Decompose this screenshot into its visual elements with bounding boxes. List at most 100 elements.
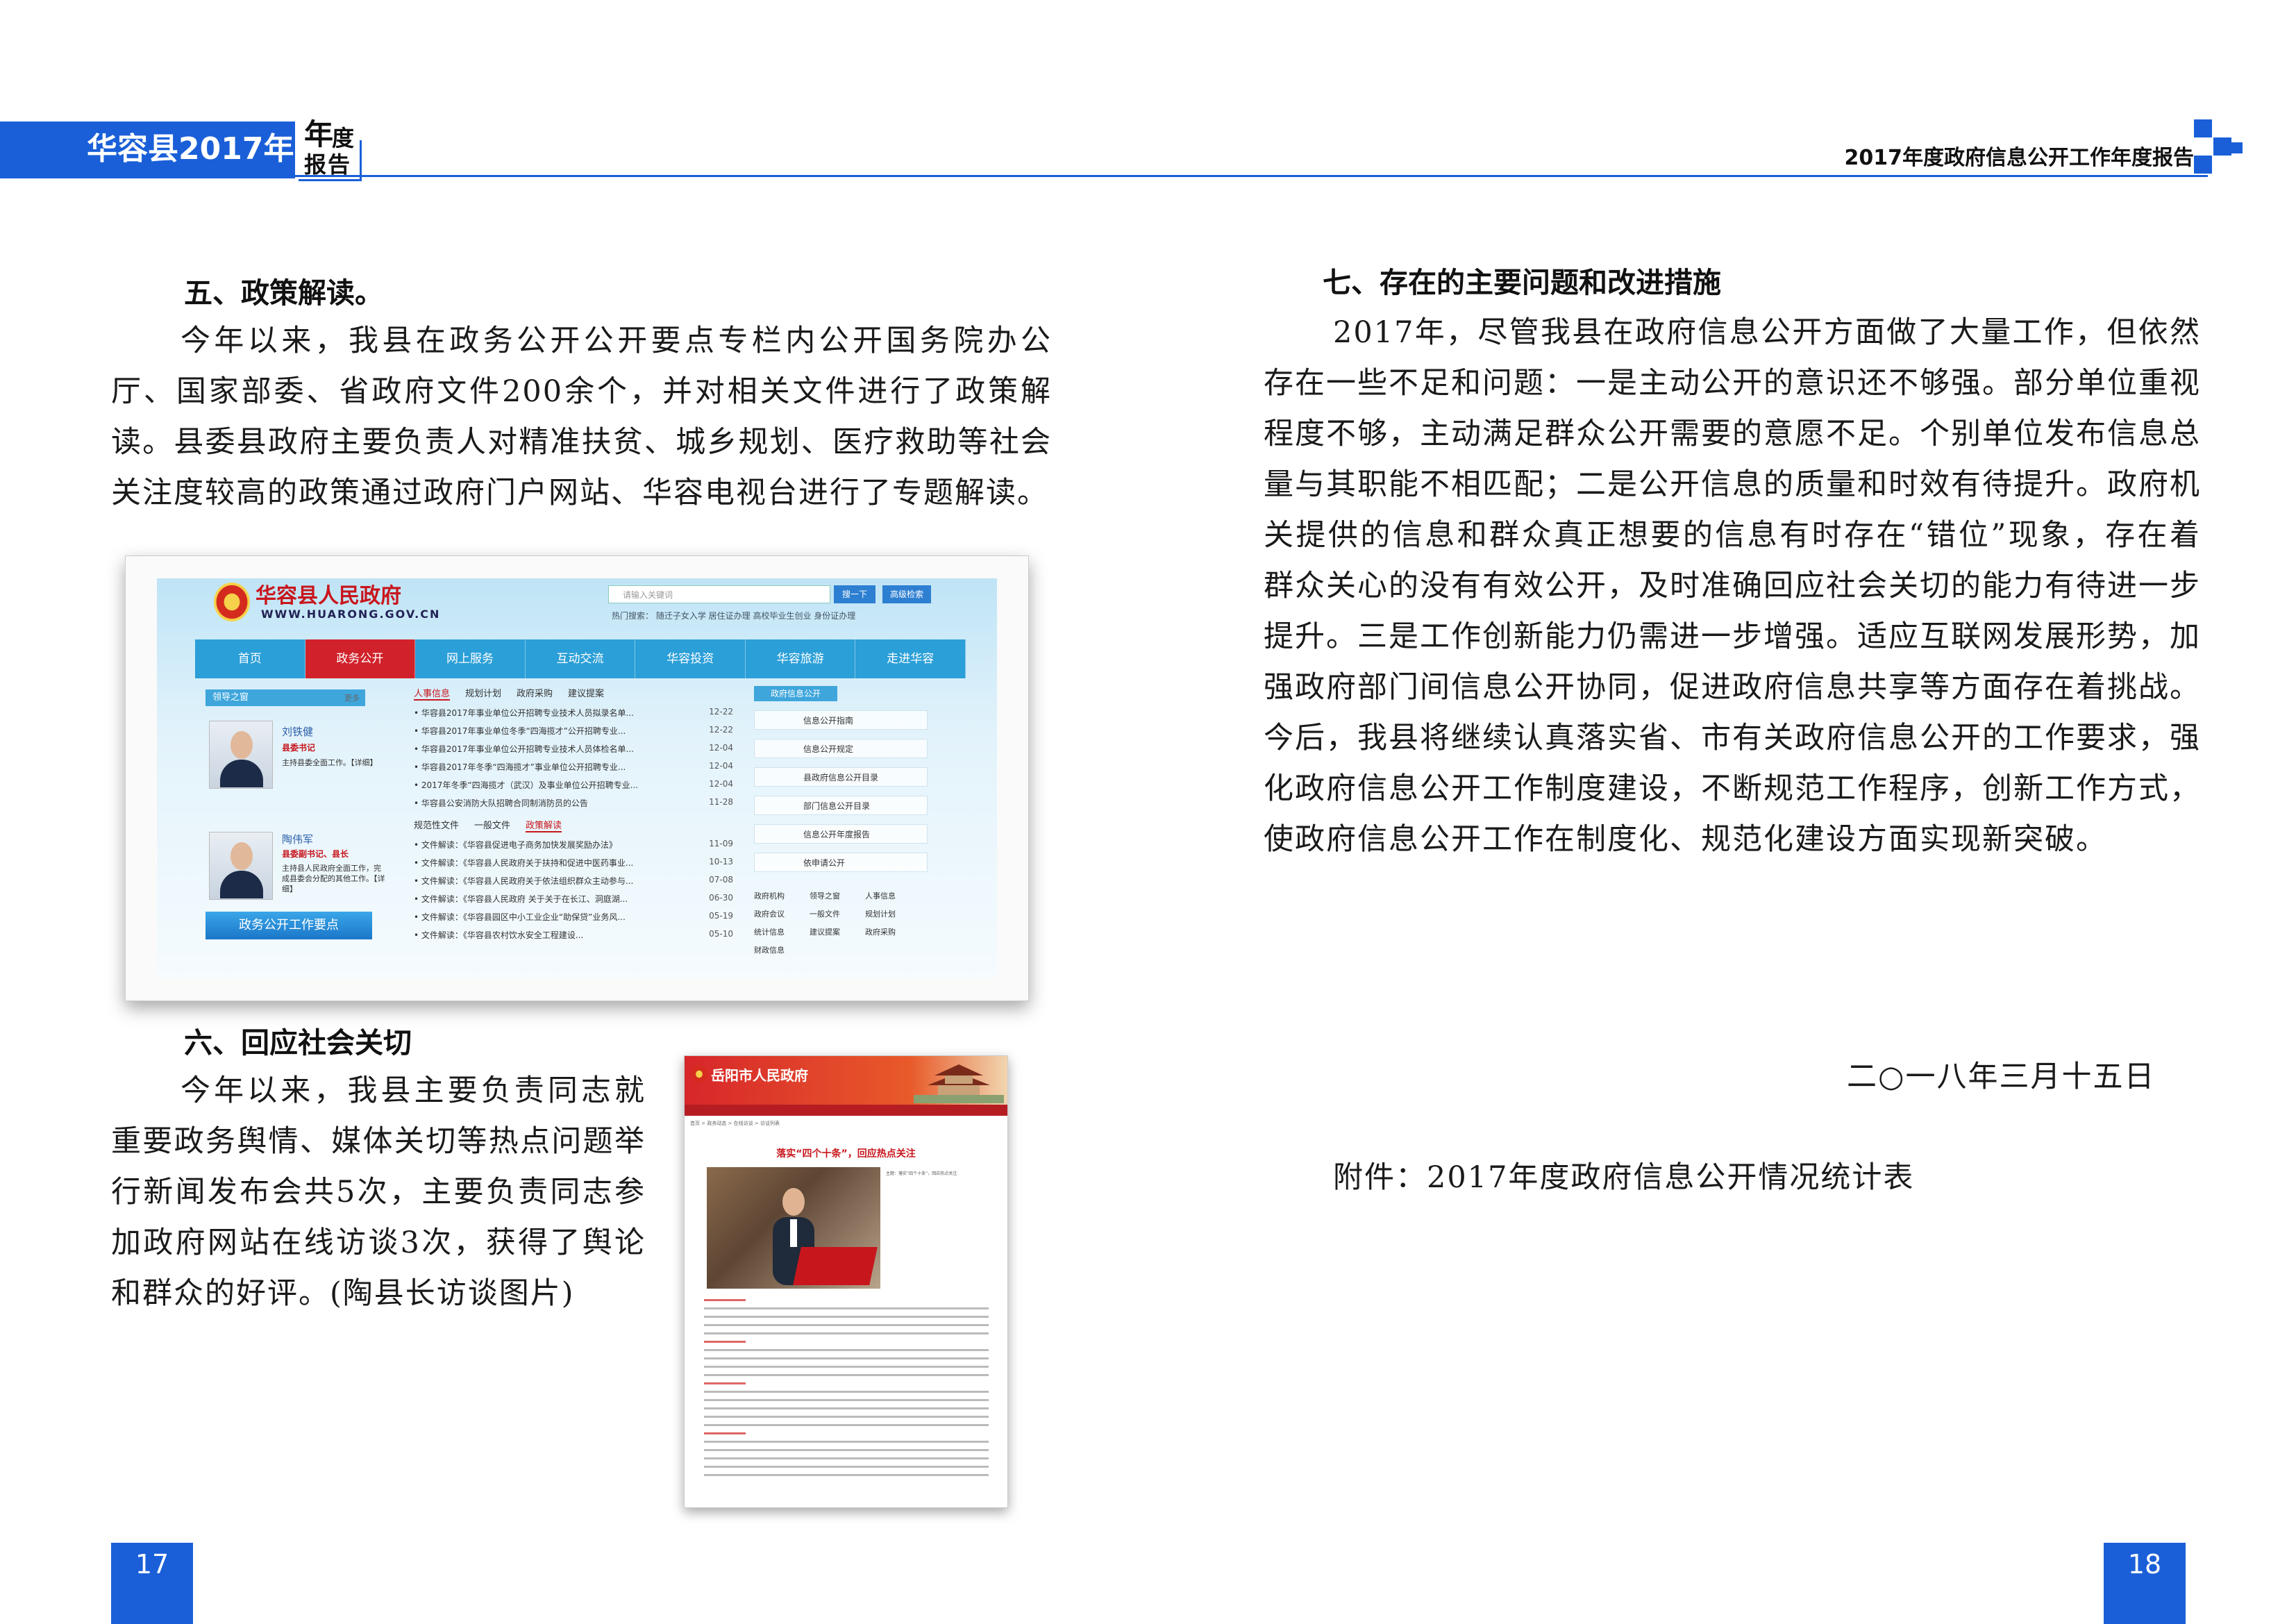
news-row: • 文件解读：《华容县促进电子商务加快发展奖励办法》 11-09	[414, 839, 733, 850]
info-disclosure-header: 政府信息公开	[754, 686, 837, 701]
news-row: • 华容县2017年事业单位公开招聘专业技术人员拟录名单... 12-22	[414, 707, 733, 718]
site-nav-item: 首页	[195, 639, 305, 678]
news-title: 华容县2017年事业单位冬季“四海揽才”公开招聘专业...	[421, 726, 626, 736]
news-title: 华容县2017年冬季“四海揽才”事业单位公开招聘专业...	[421, 762, 626, 772]
info-grid: 政府机构 领导之窗 人事信息 政府会议 一般文件 规划计划 统计信息 建议提案 政府采购 财…	[754, 887, 928, 960]
news-tab: 建议提案	[568, 689, 605, 699]
news-tabs-2: 规范性文件 一般文件 政策解读	[414, 818, 577, 832]
page-number-right: 18	[2104, 1543, 2186, 1624]
news-row: • 华容县公安消防大队招聘合同制消防员的公告 11-28	[414, 797, 733, 808]
attachment-note: 附件：2017年度政府信息公开情况统计表	[1333, 1160, 1915, 1195]
news-title: 华容县2017年事业单位公开招聘专业技术人员体检名单...	[421, 744, 634, 754]
news-date: 05-19	[709, 911, 733, 921]
section-5-title: 五、政策解读。	[184, 276, 383, 310]
leader-photo	[209, 721, 273, 789]
news-date: 12-22	[709, 707, 733, 717]
interview-transcript	[704, 1299, 989, 1482]
info-grid-item: 统计信息	[754, 928, 785, 937]
news-tab: 一般文件	[474, 821, 511, 831]
news-row: • 2017年冬季“四海揽才（武汉）及事业单位公开招聘专业... 12-04	[414, 779, 733, 790]
news-tab: 人事信息	[414, 689, 451, 701]
page-number-left: 17	[111, 1543, 193, 1624]
yueyang-site-name: 岳阳市人民政府	[711, 1067, 808, 1084]
news-title: 文件解读：《华容县人民政府关于依法组织群众主动参与...	[421, 876, 634, 886]
news-date: 10-13	[709, 857, 733, 867]
national-emblem-icon	[214, 583, 250, 621]
yueyang-nav	[685, 1105, 1007, 1116]
leader-desc: 主持县人民政府全面工作，完成县委会分配的其他工作。【详细】	[282, 864, 385, 894]
news-title: 文件解读：《华容县农村饮水安全工程建设...	[421, 930, 584, 940]
news-title: 文件解读：《华容县人民政府关于扶持和促进中医药事业...	[421, 858, 634, 868]
section-7-body: 2017年，尽管我县在政府信息公开方面做了大量工作，但依然存在一些不足和问题：一…	[1264, 315, 2201, 857]
news-date: 11-09	[709, 839, 733, 848]
news-date: 12-04	[709, 779, 733, 789]
site-search-input: 请输入关键词	[608, 585, 830, 603]
report-date: 二○一八年三月十五日	[1847, 1060, 2156, 1094]
site-hot-search: 热门搜索： 随迁子女入学 居住证办理 高校毕业生创业 身份证办理	[612, 611, 856, 621]
header-report-title: 2017年度政府信息公开工作年度报告	[1844, 146, 2195, 170]
leader-name: 陶伟军	[282, 833, 314, 846]
news-panel: 人事信息 规划计划 政府采购 建议提案 • 华容县2017年事业单位公开招聘专业技术人…	[414, 686, 733, 978]
info-disclosure-panel: 政府信息公开 信息公开指南 信息公开规定 县政府信息公开目录 部门信息公开目录 …	[754, 686, 935, 978]
news-row: • 文件解读：《华容县园区中小工业企业“助保贷”业务风... 05-19	[414, 911, 733, 922]
header-rule	[0, 175, 2208, 177]
site-nav-item: 走进华容	[855, 639, 966, 678]
news-tabs-1: 人事信息 规划计划 政府采购 建议提案	[414, 686, 619, 701]
website-screenshot-huarong: 华容县人民政府 WWW.HUARONG.GOV.CN 请输入关键词 搜一下 高级…	[125, 555, 1029, 1001]
deco-square	[2194, 156, 2212, 174]
news-row: • 华容县2017年冬季“四海揽才”事业单位公开招聘专业... 12-04	[414, 761, 733, 772]
site-nav-item: 政务公开	[305, 639, 416, 678]
news-title: 文件解读：《华容县促进电子商务加快发展奖励办法》	[421, 840, 617, 850]
info-grid-item: 建议提案	[810, 928, 840, 937]
leaders-header: 领导之窗	[206, 689, 365, 706]
section-7-title: 七、存在的主要问题和改进措施	[1323, 266, 1721, 299]
interview-photo	[707, 1167, 880, 1289]
news-title: 2017年冬季“四海揽才（武汉）及事业单位公开招聘专业...	[421, 780, 639, 790]
deco-square	[2231, 142, 2243, 153]
leader-role: 县委书记	[282, 743, 316, 753]
news-title: 华容县公安消防大队招聘合同制消防员的公告	[421, 798, 588, 808]
info-grid-item: 规划计划	[865, 910, 896, 919]
info-grid-item: 政府采购	[865, 928, 896, 937]
info-disclosure-item: 信息公开指南	[754, 710, 928, 730]
info-disclosure-item: 县政府信息公开目录	[754, 767, 928, 787]
news-date: 12-04	[709, 743, 733, 753]
news-date: 07-08	[709, 875, 733, 885]
info-grid-item: 政府机构	[754, 891, 785, 901]
news-row: • 华容县2017年事业单位冬季“四海揽才”公开招聘专业... 12-22	[414, 725, 733, 736]
website-screenshot-yueyang: 岳阳市人民政府 首页 > 政务动态 > 在线访谈 > 访谈列表 落实“四个十条”…	[684, 1055, 1008, 1508]
news-title: 文件解读：《华容县园区中小工业企业“助保贷”业务风...	[421, 912, 626, 922]
leaders-more-link: 更多	[344, 694, 360, 703]
info-grid-item: 政府会议	[754, 910, 785, 919]
site-url: WWW.HUARONG.GOV.CN	[261, 608, 441, 621]
info-grid-item: 一般文件	[810, 910, 840, 919]
yueyang-breadcrumb: 首页 > 政务动态 > 在线访谈 > 访谈列表	[690, 1121, 780, 1126]
info-disclosure-item: 信息公开规定	[754, 739, 928, 758]
site-page: 华容县人民政府 WWW.HUARONG.GOV.CN 请输入关键词 搜一下 高级…	[157, 578, 997, 978]
interview-summary: 主题：落实“四个十条”，回应热点关注	[886, 1171, 957, 1176]
news-date: 11-28	[709, 797, 733, 807]
section-6-title: 六、回应社会关切	[184, 1026, 412, 1060]
site-nav-item: 互动交流	[526, 639, 636, 678]
news-tab: 规划计划	[465, 689, 502, 699]
leader-role: 县委副书记、县长	[282, 849, 349, 859]
news-row: • 文件解读：《华容县人民政府 关于关于在长江、洞庭湖... 06-30	[414, 893, 733, 904]
laptop-icon	[793, 1247, 878, 1285]
news-row: • 文件解读：《华容县人民政府关于扶持和促进中医药事业... 10-13	[414, 857, 733, 868]
section-6-body: 今年以来，我县主要负责同志就重要政务舆情、媒体关切等热点问题举行新闻发布会共5次…	[111, 1073, 646, 1311]
leader-desc: 主持县委全面工作。【详细】	[282, 758, 378, 767]
site-search-button: 搜一下	[834, 585, 875, 603]
news-tab: 政策解读	[526, 821, 562, 832]
news-row: • 文件解读：《华容县人民政府关于依法组织群众主动参与... 07-08	[414, 875, 733, 886]
site-name: 华容县人民政府	[255, 584, 401, 608]
yueyang-tower-icon	[914, 1064, 1004, 1103]
news-title: 华容县2017年事业单位公开招聘专业技术人员拟录名单...	[421, 708, 634, 718]
section-5-body: 今年以来，我县在政务公开公开要点专栏内公开国务院办公厅、国家部委、省政府文件20…	[111, 324, 1052, 510]
leader-photo	[209, 832, 273, 900]
news-date: 05-10	[709, 929, 733, 939]
news-date: 06-30	[709, 893, 733, 903]
info-disclosure-item: 部门信息公开目录	[754, 796, 928, 815]
info-grid-item: 领导之窗	[810, 891, 840, 901]
site-nav-item: 网上服务	[415, 639, 526, 678]
deco-square	[2194, 119, 2212, 137]
